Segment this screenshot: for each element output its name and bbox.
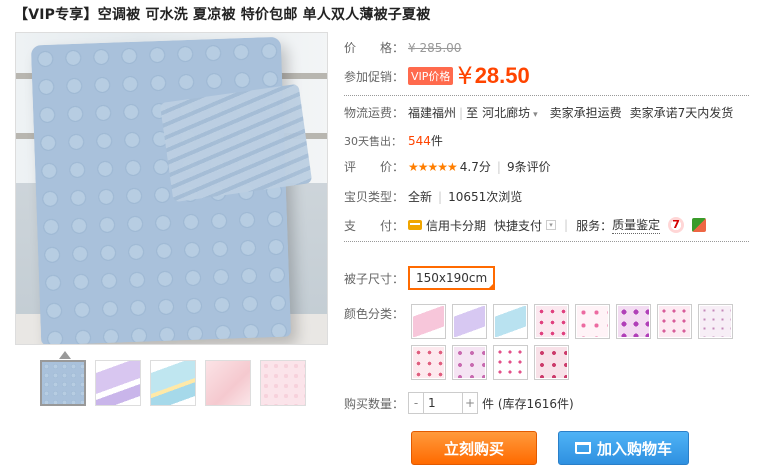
thumbnail-5[interactable]: [260, 360, 306, 406]
color-swatch-4[interactable]: [534, 304, 569, 339]
thumbnail-4[interactable]: [205, 360, 251, 406]
shipping-label: 物流运费：: [344, 106, 405, 120]
quantity-label: 购买数量：: [344, 396, 405, 411]
original-price: ¥ 285.00: [408, 40, 462, 55]
promo-row: 参加促销： VIP价格 ¥ 28.50: [344, 62, 530, 90]
rating-row: 评 价： ★★★★★ 4.7分 | 9条评价: [344, 158, 551, 175]
promo-price: 28.50: [474, 63, 530, 88]
divider: [344, 241, 749, 242]
size-row: 被子尺寸： 150x190cm: [344, 266, 496, 290]
vip-price-tag: VIP价格: [408, 67, 454, 85]
thumbnail-pointer: [59, 351, 71, 359]
item-condition: 全新: [408, 190, 433, 204]
type-label: 宝贝类型：: [344, 190, 405, 204]
cart-icon: [574, 442, 591, 454]
sales-label: 30天售出：: [344, 134, 402, 148]
color-swatch-11[interactable]: [493, 345, 528, 380]
stock-info: 件 (库存1616件): [482, 396, 574, 411]
sales-unit: 件: [430, 134, 443, 148]
product-title: 【VIP专享】空调被 可水洗 夏凉被 特价包邮 单人双人薄被子夏被: [14, 7, 431, 23]
quick-pay-link[interactable]: 快捷支付: [494, 217, 542, 234]
color-swatch-3[interactable]: [493, 304, 528, 339]
shipping-promise: 卖家承诺7天内发货: [629, 106, 734, 120]
price-label: 价 格：: [344, 41, 405, 55]
review-count-link[interactable]: 9条评价: [507, 158, 551, 175]
promo-label: 参加促销：: [344, 69, 405, 84]
divider: [344, 95, 749, 96]
rating-score: 4.7分: [459, 160, 491, 174]
sales-row: 30天售出： 544 件: [344, 132, 443, 149]
currency-symbol: ¥: [457, 62, 473, 90]
rating-label: 评 价：: [344, 160, 405, 174]
service-label: 服务：: [576, 218, 613, 233]
color-swatch-1[interactable]: [411, 304, 446, 339]
credit-installment-link[interactable]: 信用卡分期: [426, 217, 486, 234]
service-guarantee-icon[interactable]: [692, 218, 707, 232]
add-to-cart-label: 加入购物车: [596, 439, 672, 458]
quality-check-link[interactable]: 质量鉴定: [612, 216, 661, 234]
payment-label: 支 付：: [344, 218, 405, 233]
color-swatch-7[interactable]: [657, 304, 692, 339]
ship-to-sep: 至: [466, 106, 479, 120]
view-count: 10651次浏览: [448, 190, 523, 204]
quantity-row: 购买数量： - 1 + 件 (库存1616件): [344, 392, 574, 414]
color-swatch-2[interactable]: [452, 304, 487, 339]
credit-card-icon: [408, 220, 422, 230]
color-swatch-12[interactable]: [534, 345, 569, 380]
thumbnail-3[interactable]: [150, 360, 196, 406]
color-row: 颜色分类：: [344, 305, 408, 322]
color-swatch-6[interactable]: [616, 304, 651, 339]
sales-count: 544: [408, 133, 431, 148]
thumbnail-1[interactable]: [40, 360, 86, 406]
add-to-cart-button[interactable]: 加入购物车: [558, 431, 689, 465]
size-label: 被子尺寸：: [344, 271, 405, 286]
ship-from: 福建福州: [408, 106, 457, 120]
color-swatches: [411, 304, 741, 380]
star-rating-icon: ★★★★★: [408, 159, 458, 174]
buy-now-button[interactable]: 立刻购买: [411, 431, 537, 465]
payment-row: 支 付： 信用卡分期 快捷支付 ▾ | 服务： 质量鉴定 7: [344, 216, 707, 234]
quantity-decrement-button[interactable]: -: [409, 393, 423, 413]
thumbnail-strip: [40, 360, 306, 406]
quantity-input[interactable]: 1: [423, 393, 463, 413]
shipping-fee: 卖家承担运费: [549, 106, 622, 120]
main-product-image[interactable]: [15, 32, 328, 345]
buy-now-label: 立刻购买: [443, 439, 504, 458]
price-row: 价 格： ¥ 285.00: [344, 39, 461, 56]
thumbnail-2[interactable]: [95, 360, 141, 406]
type-row: 宝贝类型： 全新 | 10651次浏览: [344, 189, 523, 205]
color-swatch-5[interactable]: [575, 304, 610, 339]
ship-to-select[interactable]: 河北廊坊 ▾: [482, 104, 538, 121]
size-option-selected[interactable]: 150x190cm: [408, 266, 496, 290]
shipping-row: 物流运费： 福建福州 | 至 河北廊坊 ▾ 卖家承担运费 卖家承诺7天内发货: [344, 104, 734, 121]
color-swatch-10[interactable]: [452, 345, 487, 380]
chevron-down-icon: ▾: [533, 110, 538, 120]
seven-day-return-icon[interactable]: 7: [668, 217, 685, 233]
color-label: 颜色分类：: [344, 307, 405, 321]
ship-to: 河北廊坊: [482, 106, 531, 120]
color-swatch-9[interactable]: [411, 345, 446, 380]
dropdown-icon[interactable]: ▾: [546, 220, 557, 230]
quantity-stepper: - 1 +: [408, 392, 478, 414]
color-swatch-8[interactable]: [698, 304, 733, 339]
quantity-increment-button[interactable]: +: [463, 393, 477, 413]
